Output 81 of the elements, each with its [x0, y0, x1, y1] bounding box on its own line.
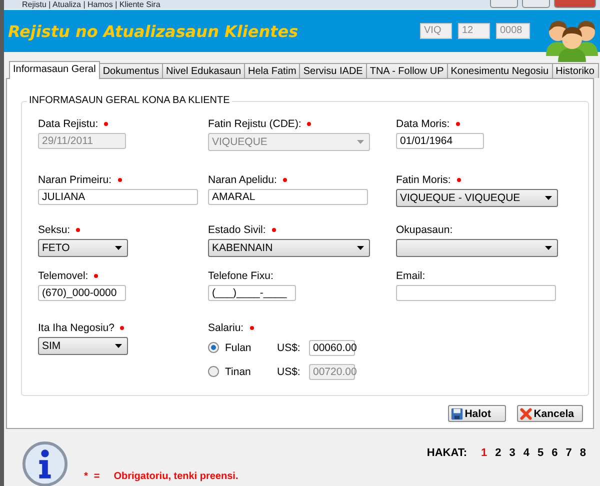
- currency-label: US$:: [277, 366, 302, 378]
- header-title: Rejistu no Atualizasaun Klientes: [8, 22, 298, 40]
- caret-icon: [115, 344, 122, 348]
- dropdown[interactable]: SIM: [38, 337, 128, 355]
- step-number[interactable]: 5: [538, 447, 544, 459]
- input-field[interactable]: [396, 285, 556, 301]
- input-field[interactable]: JULIANA: [38, 189, 198, 205]
- maximize-button[interactable]: [522, 0, 550, 8]
- minimize-button[interactable]: [490, 0, 518, 8]
- cancel-button[interactable]: Kancela: [516, 405, 583, 422]
- window-title: Rejistu | Atualiza | Hamos | Kliente Sira: [22, 0, 160, 9]
- info-icon: [22, 441, 68, 486]
- cross-icon: [520, 408, 532, 420]
- field-label: Okupasaun:: [396, 224, 453, 236]
- caret-icon: [115, 246, 122, 250]
- tab[interactable]: Dokumentus: [98, 63, 163, 78]
- required-icon: [456, 122, 460, 126]
- caret-icon: [545, 246, 552, 250]
- tab[interactable]: Servisu IADE: [299, 63, 367, 78]
- input-field[interactable]: (670)_000-0000: [38, 285, 126, 301]
- radio-label: Tinan: [225, 366, 252, 378]
- step-number[interactable]: 4: [523, 447, 530, 459]
- radio-button[interactable]: [208, 342, 219, 353]
- step-number[interactable]: 7: [566, 447, 572, 459]
- required-icon: [272, 228, 276, 232]
- close-button[interactable]: [554, 0, 596, 8]
- required-icon: [94, 274, 98, 278]
- dropdown[interactable]: [396, 239, 558, 257]
- field-label: Ita Iha Negosiu?: [38, 322, 114, 334]
- radio-label: Fulan: [225, 342, 252, 354]
- save-button[interactable]: Halot: [448, 405, 506, 422]
- caret-icon: [357, 140, 364, 144]
- input-field[interactable]: 01/01/1964: [396, 133, 484, 149]
- field-label: Naran Primeiru:: [38, 174, 112, 186]
- tab[interactable]: Informasaun Geral: [9, 61, 100, 79]
- dropdown[interactable]: KABENNAIN: [208, 239, 370, 257]
- field-label: Naran Apelidu:: [208, 174, 277, 186]
- required-icon: [456, 178, 461, 182]
- field-label: Fatin Moris:: [396, 174, 451, 186]
- currency-label: US$:: [277, 342, 302, 354]
- input-field[interactable]: 00060.00: [309, 340, 355, 356]
- required-mark: *: [84, 471, 88, 482]
- tab[interactable]: Hela Fatim: [244, 63, 300, 78]
- field-label: Telemovel:: [38, 270, 88, 282]
- field-label: Data Rejistu:: [38, 118, 98, 130]
- caret-icon: [357, 246, 364, 250]
- tab[interactable]: TNA - Follow UP: [366, 63, 448, 78]
- input-field[interactable]: AMARAL: [208, 189, 368, 205]
- group-title: INFORMASAUN GERAL KONA BA KLIENTE: [27, 95, 232, 106]
- dropdown[interactable]: FETO: [38, 239, 128, 257]
- step-number[interactable]: 6: [552, 447, 558, 459]
- code-field: 12: [458, 23, 490, 39]
- required-icon: [250, 326, 254, 330]
- step-number[interactable]: 8: [580, 447, 586, 459]
- steps-label: HAKAT:: [426, 447, 467, 459]
- step-number[interactable]: 1: [481, 447, 488, 459]
- step-number[interactable]: 2: [495, 447, 502, 459]
- tab[interactable]: Historiko: [552, 63, 598, 78]
- required-icon: [76, 228, 80, 232]
- code-field: 0008: [496, 23, 530, 39]
- code-field: VIQ: [420, 23, 452, 39]
- field-label: Data Moris:: [396, 118, 450, 130]
- field-label: Seksu:: [38, 224, 70, 236]
- dropdown[interactable]: VIQUEQUE - VIQUEQUE: [396, 189, 558, 207]
- required-icon: [118, 178, 122, 182]
- required-icon: [120, 326, 124, 330]
- tab[interactable]: Konesimentu Negosiu: [446, 63, 553, 78]
- field-label: Email:: [396, 270, 426, 282]
- field-label: Fatin Rejistu (CDE):: [208, 118, 302, 130]
- legend-text: Obrigatoriu, tenki preensi.: [114, 471, 238, 482]
- caret-icon: [545, 196, 552, 200]
- field-label: Estado Sivil:: [208, 224, 266, 236]
- required-icon: [104, 122, 108, 126]
- required-icon: [282, 178, 287, 182]
- required-icon: [307, 122, 312, 126]
- input-field[interactable]: (___)____-____: [208, 285, 296, 301]
- step-number[interactable]: 3: [509, 447, 516, 459]
- field-label: Telefone Fixu:: [208, 270, 274, 282]
- field-label: Salariu:: [208, 322, 244, 334]
- equals-sign: =: [94, 471, 100, 482]
- tab[interactable]: Nivel Edukasaun: [162, 63, 246, 78]
